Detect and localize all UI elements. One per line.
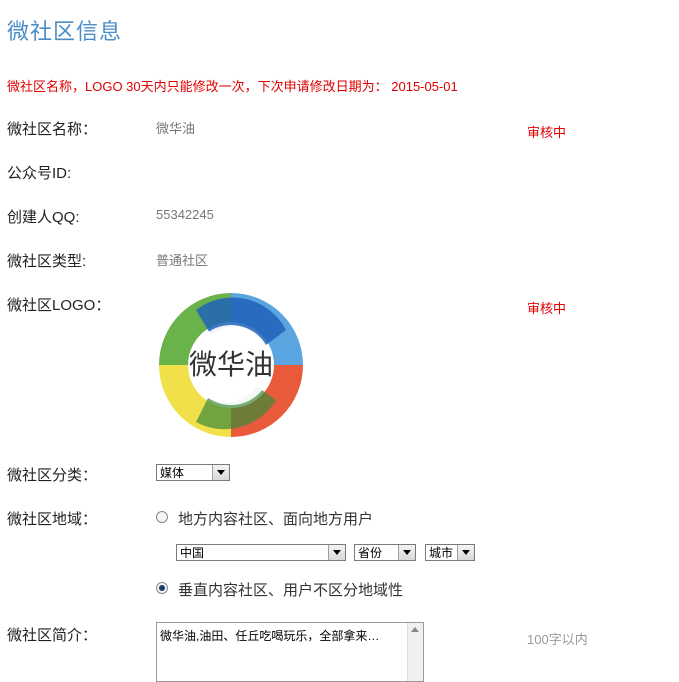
city-select[interactable]: 城市: [425, 544, 475, 561]
type-label: 微社区类型:: [7, 253, 87, 270]
name-status-badge: 审核中: [527, 125, 567, 140]
logo-label: 微社区LOGO：: [7, 297, 111, 314]
region-label: 微社区地域：: [7, 511, 98, 528]
creator-qq-value: 55342245: [156, 207, 214, 222]
community-logo: 微华油: [159, 293, 303, 437]
type-value: 普通社区: [156, 253, 209, 268]
creator-qq-label: 创建人QQ:: [7, 209, 80, 226]
region-local-radio[interactable]: [156, 511, 168, 523]
textarea-scrollbar[interactable]: [407, 623, 423, 681]
country-select[interactable]: 中国: [176, 544, 346, 561]
intro-textarea[interactable]: 微华油,油田、任丘吃喝玩乐，全部拿来…: [156, 622, 424, 682]
logo-status-badge: 审核中: [527, 301, 567, 316]
region-local-label[interactable]: 地方内容社区、面向地方用户: [178, 508, 373, 529]
chevron-down-icon: [328, 545, 345, 560]
category-label: 微社区分类：: [7, 467, 98, 484]
province-select[interactable]: 省份: [354, 544, 416, 561]
modify-notice: 微社区名称，LOGO 30天内只能修改一次，下次申请修改日期为： 2015-05…: [7, 79, 458, 94]
region-vertical-radio[interactable]: [156, 582, 168, 594]
category-select[interactable]: 媒体: [156, 464, 230, 481]
name-value: 微华油: [156, 121, 196, 136]
intro-label: 微社区简介：: [7, 627, 98, 644]
chevron-down-icon: [398, 545, 415, 560]
chevron-down-icon: [457, 545, 474, 560]
chevron-down-icon: [212, 465, 229, 480]
region-vertical-label[interactable]: 垂直内容社区、用户不区分地域性: [178, 579, 403, 600]
page-title: 微社区信息: [7, 19, 123, 44]
mp-id-label: 公众号ID:: [7, 165, 72, 182]
svg-text:微华油: 微华油: [189, 348, 273, 381]
name-label: 微社区名称：: [7, 121, 98, 138]
intro-length-hint: 100字以内: [527, 632, 588, 647]
